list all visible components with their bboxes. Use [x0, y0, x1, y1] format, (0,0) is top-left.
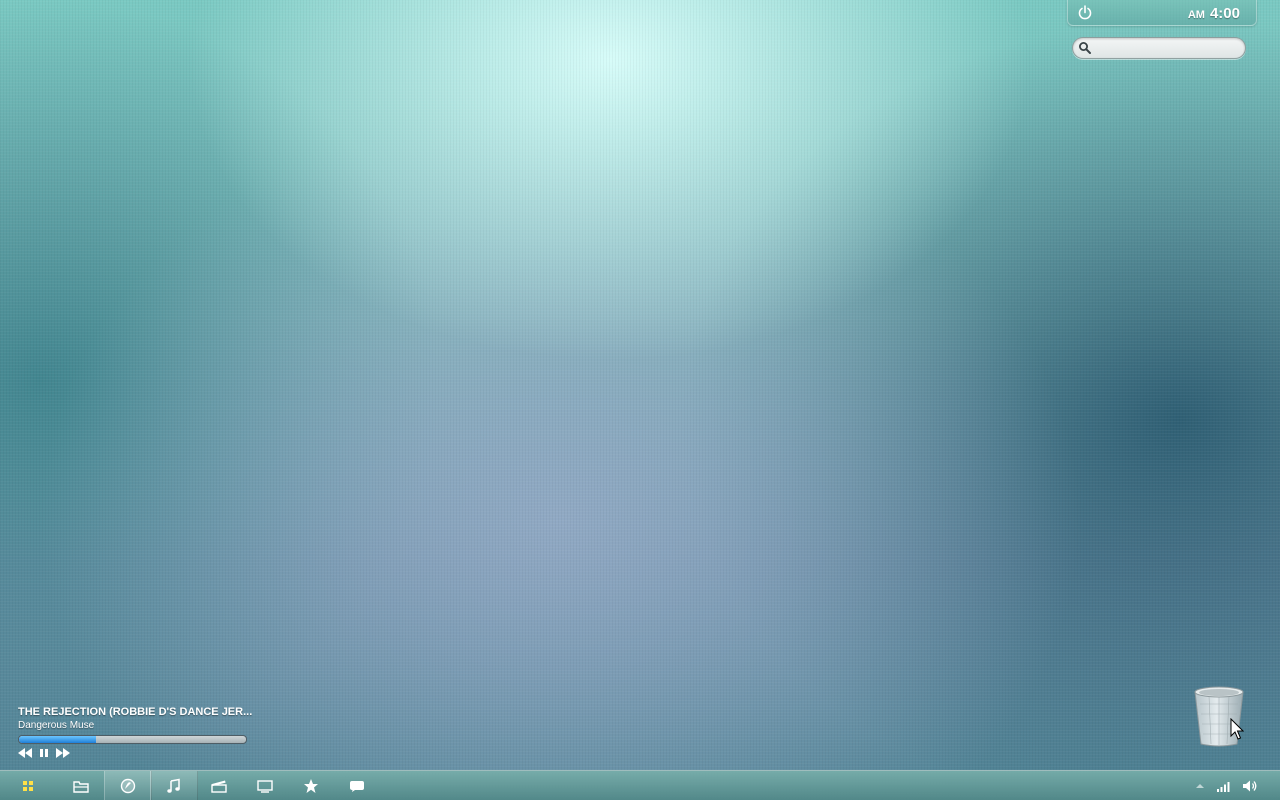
playback-progress-fill	[19, 736, 97, 743]
browser-icon	[120, 778, 136, 794]
taskbar-display-button[interactable]	[242, 771, 288, 800]
music-icon	[167, 778, 180, 793]
desktop[interactable]: AM 4:00 THE REJECTION (ROBBIE D'S DANCE J…	[0, 0, 1280, 800]
power-icon	[1078, 5, 1092, 20]
playback-progress-bar[interactable]	[18, 735, 247, 744]
tray-network-button[interactable]	[1214, 771, 1234, 800]
taskbar-favorites-button[interactable]	[288, 771, 334, 800]
search-box[interactable]	[1072, 37, 1246, 59]
files-icon	[73, 781, 89, 793]
clock[interactable]: AM 4:00	[1188, 5, 1240, 23]
taskbar	[0, 770, 1280, 800]
network-signal-icon	[1217, 782, 1230, 792]
clock-time: 4:00	[1209, 5, 1240, 22]
tray-expand-button[interactable]	[1194, 771, 1206, 800]
display-icon	[257, 780, 273, 793]
clock-ampm: AM	[1187, 9, 1205, 21]
previous-icon	[18, 748, 32, 758]
previous-button[interactable]	[17, 746, 33, 760]
next-icon	[56, 748, 70, 758]
power-button[interactable]	[1076, 4, 1094, 22]
pause-button[interactable]	[36, 746, 52, 760]
taskbar-browser-button[interactable]	[104, 771, 152, 800]
taskbar-music-button[interactable]	[150, 771, 198, 800]
track-title: THE REJECTION (ROBBIE D'S DANCE JER...	[18, 706, 253, 718]
mouse-cursor-icon	[1230, 718, 1244, 740]
top-status-panel: AM 4:00	[1067, 0, 1257, 26]
taskbar-chat-button[interactable]	[334, 771, 380, 800]
taskbar-video-button[interactable]	[196, 771, 242, 800]
start-menu-icon	[23, 781, 33, 791]
chat-icon	[350, 781, 364, 792]
music-player-widget: THE REJECTION (ROBBIE D'S DANCE JER... D…	[17, 706, 253, 762]
taskbar-files-button[interactable]	[58, 771, 104, 800]
tray-volume-button[interactable]	[1240, 771, 1260, 800]
search-input[interactable]	[1095, 39, 1241, 58]
start-menu-button[interactable]	[5, 771, 51, 800]
track-artist: Dangerous Muse	[18, 720, 95, 731]
favorites-icon	[304, 779, 318, 793]
pause-icon	[40, 749, 48, 757]
tray-arrow-icon	[1196, 784, 1204, 788]
volume-icon	[1243, 780, 1257, 792]
next-button[interactable]	[55, 746, 71, 760]
search-icon	[1079, 42, 1091, 54]
video-icon	[211, 780, 227, 793]
